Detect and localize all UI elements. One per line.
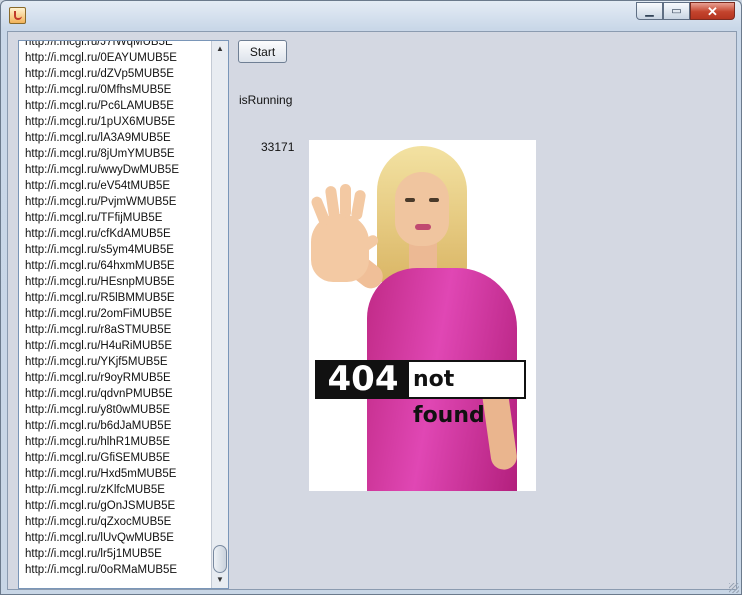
list-item[interactable]: http://i.mcgl.ru/gOnJSMUB5E (19, 498, 212, 514)
list-item[interactable]: http://i.mcgl.ru/8jUmYMUB5E (19, 146, 212, 162)
scroll-up-arrow-icon[interactable]: ▲ (212, 41, 228, 57)
image-finger (350, 189, 367, 221)
list-item[interactable]: http://i.mcgl.ru/H4uRiMUB5E (19, 338, 212, 354)
list-item[interactable]: http://i.mcgl.ru/0MfhsMUB5E (19, 82, 212, 98)
list-item[interactable]: http://i.mcgl.ru/Pc6LAMUB5E (19, 98, 212, 114)
list-item[interactable]: http://i.mcgl.ru/b6dJaMUB5E (19, 418, 212, 434)
list-item[interactable]: http://i.mcgl.ru/dZVp5MUB5E (19, 66, 212, 82)
list-item[interactable]: http://i.mcgl.ru/lUvQwMUB5E (19, 530, 212, 546)
list-item[interactable]: http://i.mcgl.ru/qZxocMUB5E (19, 514, 212, 530)
list-item[interactable]: http://i.mcgl.ru/r8aSTMUB5E (19, 322, 212, 338)
content-panel: http://i.mcgl.ru/J7fWqMUB5E http://i.mcgl… (7, 31, 737, 590)
banner-text: not found (413, 367, 485, 428)
list-item[interactable]: http://i.mcgl.ru/lA3A9MUB5E (19, 130, 212, 146)
list-item[interactable]: http://i.mcgl.ru/qdvnPMUB5E (19, 386, 212, 402)
list-item[interactable]: http://i.mcgl.ru/HEsnpMUB5E (19, 274, 212, 290)
window-controls: ▁ ▭ ✕ (636, 2, 735, 21)
list-item[interactable]: http://i.mcgl.ru/R5lBMMUB5E (19, 290, 212, 306)
preview-image: 404 not found (309, 140, 536, 491)
vertical-scrollbar[interactable]: ▲ ▼ (211, 41, 228, 588)
java-app-icon[interactable] (9, 7, 26, 24)
list-item[interactable]: http://i.mcgl.ru/y8t0wMUB5E (19, 402, 212, 418)
close-button[interactable]: ✕ (690, 2, 735, 20)
list-item[interactable]: http://i.mcgl.ru/s5ym4MUB5E (19, 242, 212, 258)
start-button[interactable]: Start (238, 40, 287, 63)
list-item[interactable]: http://i.mcgl.ru/1pUX6MUB5E (19, 114, 212, 130)
list-item[interactable]: http://i.mcgl.ru/r9oyRMUB5E (19, 370, 212, 386)
image-lips (415, 224, 431, 230)
list-item[interactable]: http://i.mcgl.ru/2omFiMUB5E (19, 306, 212, 322)
status-label: isRunning (239, 93, 293, 107)
counter-label: 33171 (261, 140, 295, 154)
image-eye (405, 198, 415, 202)
list-item[interactable]: http://i.mcgl.ru/GfiSEMUB5E (19, 450, 212, 466)
list-item[interactable]: http://i.mcgl.ru/YKjf5MUB5E (19, 354, 212, 370)
list-item[interactable]: http://i.mcgl.ru/cfKdAMUB5E (19, 226, 212, 242)
list-item[interactable]: http://i.mcgl.ru/Hxd5mMUB5E (19, 466, 212, 482)
scroll-down-arrow-icon[interactable]: ▼ (212, 572, 228, 588)
not-found-banner: 404 not found (315, 360, 526, 428)
scroll-thumb[interactable] (213, 545, 227, 573)
list-item[interactable]: http://i.mcgl.ru/TFfijMUB5E (19, 210, 212, 226)
url-list[interactable]: http://i.mcgl.ru/J7fWqMUB5E http://i.mcgl… (18, 40, 229, 589)
list-item[interactable]: http://i.mcgl.ru/zKlfcMUB5E (19, 482, 212, 498)
app-window: ▁ ▭ ✕ http://i.mcgl.ru/J7fWqMUB5E http://… (0, 0, 742, 595)
list-item[interactable]: http://i.mcgl.ru/64hxmMUB5E (19, 258, 212, 274)
title-bar[interactable]: ▁ ▭ ✕ (1, 1, 741, 31)
list-item[interactable]: http://i.mcgl.ru/hlhR1MUB5E (19, 434, 212, 450)
list-item[interactable]: http://i.mcgl.ru/0oRMaMUB5E (19, 562, 212, 578)
resize-grip-icon[interactable] (729, 583, 739, 593)
list-item[interactable]: http://i.mcgl.ru/eV54tMUB5E (19, 178, 212, 194)
list-item[interactable]: http://i.mcgl.ru/0EAYUMUB5E (19, 50, 212, 66)
image-face (395, 172, 449, 246)
url-list-items: http://i.mcgl.ru/J7fWqMUB5E http://i.mcgl… (19, 41, 212, 578)
banner-code: 404 (317, 362, 409, 397)
list-item[interactable]: http://i.mcgl.ru/lr5j1MUB5E (19, 546, 212, 562)
image-eye (429, 198, 439, 202)
maximize-button[interactable]: ▭ (663, 2, 690, 20)
list-item[interactable]: http://i.mcgl.ru/wwyDwMUB5E (19, 162, 212, 178)
image-finger (340, 184, 351, 218)
minimize-button[interactable]: ▁ (636, 2, 663, 20)
list-item[interactable]: http://i.mcgl.ru/PvjmWMUB5E (19, 194, 212, 210)
list-item[interactable]: http://i.mcgl.ru/J7fWqMUB5E (19, 41, 212, 50)
